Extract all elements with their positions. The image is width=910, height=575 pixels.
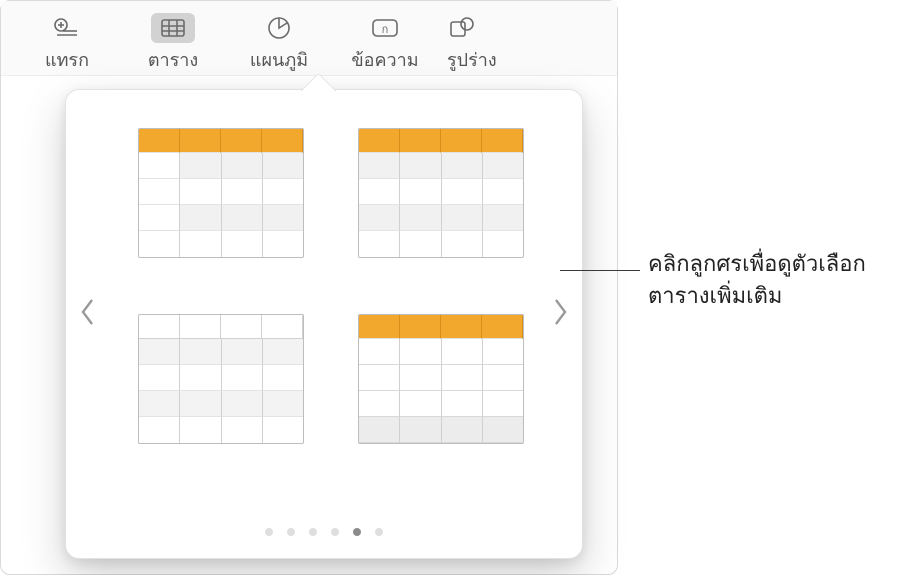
chart-icon bbox=[257, 13, 301, 43]
toolbar-chart-button[interactable]: แผนภูมิ bbox=[235, 13, 323, 74]
toolbar-insert-button[interactable]: แทรก bbox=[23, 13, 111, 74]
next-page-arrow[interactable] bbox=[540, 282, 580, 342]
page-dot[interactable] bbox=[331, 528, 339, 536]
page-dot[interactable] bbox=[375, 528, 383, 536]
text-icon: ก bbox=[363, 13, 407, 43]
page-dot[interactable] bbox=[309, 528, 317, 536]
callout-line2: ตารางเพิ่มเติม bbox=[648, 283, 782, 308]
toolbar-shape-button[interactable]: รูปร่าง bbox=[447, 13, 497, 74]
toolbar-table-button[interactable]: ตาราง bbox=[129, 13, 217, 74]
toolbar-label: ข้อความ bbox=[351, 45, 418, 74]
previous-page-arrow[interactable] bbox=[68, 282, 108, 342]
table-style-header-striped[interactable] bbox=[358, 128, 524, 258]
table-style-header-leftcol-striped[interactable] bbox=[138, 128, 304, 258]
page-dot[interactable] bbox=[353, 528, 361, 536]
toolbar-text-button[interactable]: ก ข้อความ bbox=[341, 13, 429, 74]
callout-line1: คลิกลูกศรเพื่อดูตัวเลือก bbox=[648, 251, 866, 276]
table-style-plain-striped[interactable] bbox=[138, 314, 304, 444]
page-dots bbox=[66, 528, 582, 536]
table-icon bbox=[151, 13, 195, 43]
table-styles-popover bbox=[65, 89, 583, 559]
toolbar-label: แทรก bbox=[45, 45, 89, 74]
insert-icon bbox=[45, 13, 89, 43]
toolbar-label: ตาราง bbox=[148, 45, 198, 74]
toolbar-label: แผนภูมิ bbox=[250, 45, 308, 74]
table-style-header-leftcol-footer[interactable] bbox=[358, 314, 524, 444]
toolbar: แทรก ตาราง แผนภูมิ ก ข้อความ รูปร่าง bbox=[1, 1, 617, 76]
page-dot[interactable] bbox=[265, 528, 273, 536]
table-styles-grid bbox=[138, 128, 510, 444]
svg-text:ก: ก bbox=[382, 24, 389, 36]
shape-icon bbox=[447, 13, 477, 43]
toolbar-label: รูปร่าง bbox=[447, 45, 497, 74]
page-dot[interactable] bbox=[287, 528, 295, 536]
callout-leader-line bbox=[560, 270, 640, 271]
app-window: แทรก ตาราง แผนภูมิ ก ข้อความ รูปร่าง bbox=[0, 0, 618, 575]
callout-text: คลิกลูกศรเพื่อดูตัวเลือก ตารางเพิ่มเติม bbox=[648, 248, 866, 312]
